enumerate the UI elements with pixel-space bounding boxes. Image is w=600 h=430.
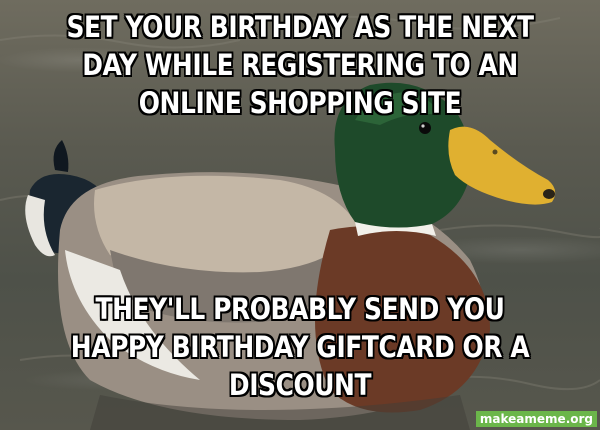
watermark-link[interactable]: makeameme.org bbox=[475, 411, 597, 427]
bottom-caption: THEY'LL PROBABLY SEND YOU HAPPY BIRTHDAY… bbox=[70, 292, 530, 402]
duck-bill-nail bbox=[543, 189, 555, 199]
meme-image: SET YOUR BIRTHDAY AS THE NEXT DAY WHILE … bbox=[0, 0, 600, 430]
duck-bill bbox=[448, 126, 556, 205]
duck-eye bbox=[419, 122, 431, 134]
duck-nostril bbox=[492, 149, 498, 155]
top-caption: SET YOUR BIRTHDAY AS THE NEXT DAY WHILE … bbox=[66, 10, 534, 120]
duck-tail-curl bbox=[53, 140, 69, 172]
